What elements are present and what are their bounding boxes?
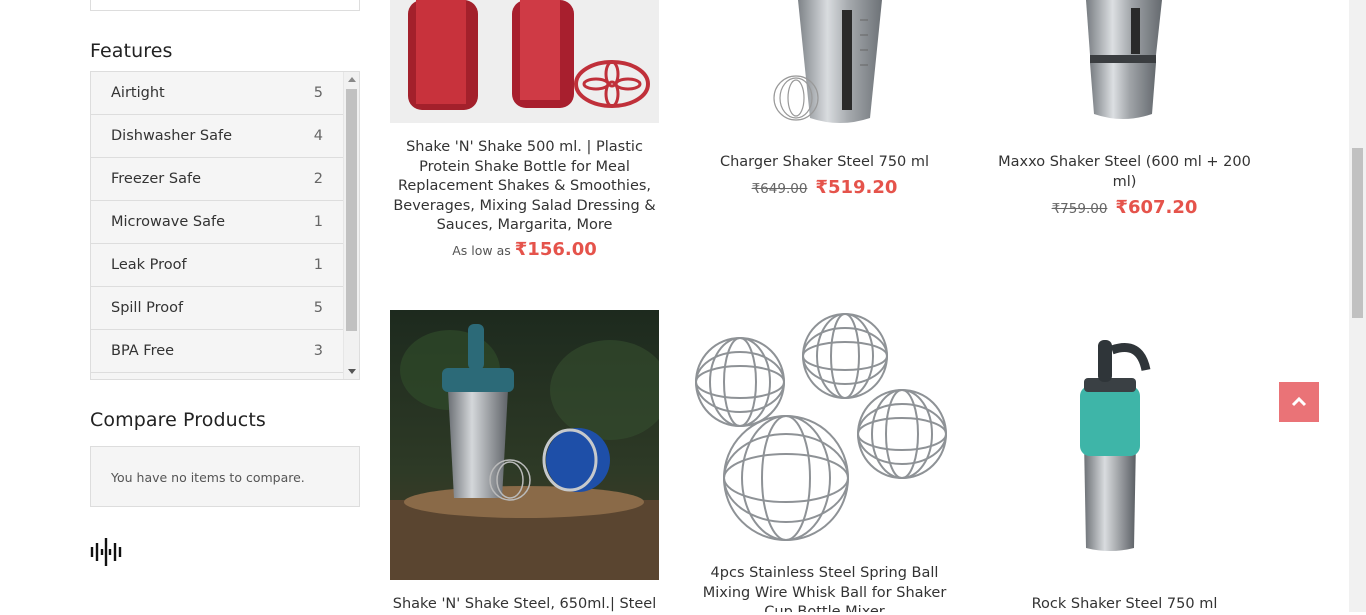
product-price-row: ₹649.00 ₹519.20 [690, 177, 959, 198]
product-price-row: ₹759.00 ₹607.20 [990, 197, 1259, 218]
product-price-row: As low as ₹156.00 [390, 239, 659, 260]
product-image-shake-n-shake-steel[interactable] [390, 310, 659, 580]
feature-count: 5 [313, 85, 323, 101]
features-list: Airtight 5 Dishwasher Safe 4 Freezer Saf… [90, 71, 360, 380]
feature-count: 1 [313, 257, 323, 273]
back-to-top-button[interactable] [1279, 382, 1319, 422]
scroll-down-arrow-icon[interactable] [348, 369, 356, 374]
feature-label: Freezer Safe [111, 171, 201, 187]
compare-products-box: You have no items to compare. [90, 446, 360, 507]
compare-empty-message: You have no items to compare. [111, 470, 305, 485]
feature-filter-dishwasher-safe[interactable]: Dishwasher Safe 4 [91, 115, 343, 158]
feature-count: 3 [313, 343, 323, 359]
product-price: ₹156.00 [514, 239, 597, 260]
feature-label: Spill Proof [111, 300, 184, 316]
feature-filter-next[interactable] [91, 373, 343, 379]
product-price: ₹519.20 [815, 177, 898, 198]
feature-count: 4 [313, 128, 323, 144]
feature-label: Leak Proof [111, 257, 187, 273]
feature-count: 2 [313, 171, 323, 187]
feature-count: 1 [313, 214, 323, 230]
feature-label: Microwave Safe [111, 214, 225, 230]
feature-label: Airtight [111, 85, 165, 101]
page-scrollbar[interactable] [1349, 0, 1366, 612]
product-old-price: ₹649.00 [751, 181, 808, 197]
page-scroll-thumb[interactable] [1352, 148, 1363, 318]
product-image-shake-n-shake-500[interactable] [390, 0, 659, 123]
product-image-rock-shaker[interactable] [990, 330, 1259, 555]
product-price: ₹607.20 [1115, 197, 1198, 218]
feature-label: BPA Free [111, 343, 175, 359]
as-low-as-label: As low as [452, 243, 511, 258]
scroll-up-arrow-icon[interactable] [348, 77, 356, 82]
feature-filter-leak-proof[interactable]: Leak Proof 1 [91, 244, 343, 287]
feature-filter-bpa-free[interactable]: BPA Free 3 [91, 330, 343, 373]
product-image-spring-balls[interactable] [690, 310, 959, 550]
feature-filter-spill-proof[interactable]: Spill Proof 5 [91, 287, 343, 330]
features-title: Features [90, 40, 173, 62]
product-old-price: ₹759.00 [1051, 201, 1108, 217]
arrow-up-icon [1291, 396, 1307, 407]
feature-filter-airtight[interactable]: Airtight 5 [91, 72, 343, 115]
previous-filter-box [90, 0, 360, 11]
product-image-charger-shaker[interactable] [690, 0, 959, 130]
waveform-icon[interactable] [90, 538, 122, 566]
product-name[interactable]: Charger Shaker Steel 750 ml [690, 153, 959, 173]
features-scrollbar[interactable] [343, 72, 359, 379]
product-name[interactable]: 4pcs Stainless Steel Spring Ball Mixing … [690, 564, 959, 612]
feature-filter-microwave-safe[interactable]: Microwave Safe 1 [91, 201, 343, 244]
product-name[interactable]: Maxxo Shaker Steel (600 ml + 200 ml) [995, 153, 1254, 192]
feature-filter-freezer-safe[interactable]: Freezer Safe 2 [91, 158, 343, 201]
feature-label: Dishwasher Safe [111, 128, 233, 144]
product-name[interactable]: Shake 'N' Shake 500 ml. | Plastic Protei… [390, 138, 659, 236]
compare-products-title: Compare Products [90, 409, 266, 431]
features-scroll-thumb[interactable] [346, 89, 357, 331]
product-image-maxxo-shaker[interactable] [990, 0, 1259, 130]
feature-count: 5 [313, 300, 323, 316]
